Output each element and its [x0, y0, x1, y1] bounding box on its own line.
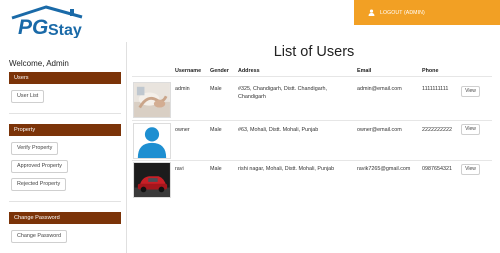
cell-gender: Male: [210, 166, 222, 172]
approved-property-button[interactable]: Approved Property: [11, 160, 68, 173]
logout-bar: LOGOUT (ADMIN): [354, 0, 500, 25]
svg-text:PG: PG: [18, 16, 48, 38]
cell-email: owner@email.com: [357, 127, 402, 133]
cell-address: #325, Chandigarh, Distt. Chandigarh, Cha…: [238, 85, 327, 101]
section-title-users: Users: [9, 72, 121, 84]
cell-email: ravik7265@gmail.com: [357, 166, 411, 172]
main-content: List of Users Username Gender Address Em…: [128, 42, 500, 253]
section-title-property: Property: [9, 124, 121, 136]
view-button[interactable]: View: [461, 164, 480, 175]
sidebar-divider: [9, 113, 121, 114]
cell-email: admin@email.com: [357, 86, 402, 92]
sidebar-divider: [9, 201, 121, 202]
cell-phone: 1111111111: [422, 86, 449, 92]
sidebar: Welcome, Admin Users User List Property …: [0, 42, 127, 253]
user-avatar: [133, 162, 171, 198]
cell-gender: Male: [210, 127, 222, 133]
cell-address: #63, Mohali, Distt. Mohali, Punjab: [238, 127, 319, 133]
cell-username: owner: [175, 127, 190, 133]
row-divider: [132, 120, 492, 121]
user-avatar: [133, 123, 171, 159]
welcome-text: Welcome, Admin: [9, 59, 69, 68]
view-button[interactable]: View: [461, 86, 480, 97]
pgstay-logo[interactable]: PG Stay: [8, 4, 126, 39]
column-header-phone: Phone: [422, 68, 439, 74]
cell-gender: Male: [210, 86, 222, 92]
column-header-username: Username: [175, 68, 202, 74]
user-icon: [368, 9, 375, 16]
red-car-photo-icon: [134, 163, 170, 197]
svg-text:Stay: Stay: [48, 22, 82, 38]
cell-address: rishi nagar, Mohali, Distt. Mohali, Punj…: [238, 166, 335, 172]
cell-phone: 2222222222: [422, 127, 452, 133]
rejected-property-button[interactable]: Rejected Property: [11, 178, 67, 191]
column-header-email: Email: [357, 68, 372, 74]
header: PG Stay LOGOUT (ADMIN): [0, 0, 500, 42]
view-button[interactable]: View: [461, 124, 480, 135]
section-title-change-password: Change Password: [9, 212, 121, 224]
change-password-button[interactable]: Change Password: [11, 230, 68, 243]
cell-username: admin: [175, 86, 190, 92]
table-header-divider: [132, 76, 492, 77]
verify-property-button[interactable]: Verify Property: [11, 142, 59, 155]
column-header-gender: Gender: [210, 68, 229, 74]
cell-username: ravi: [175, 166, 184, 172]
logout-label: LOGOUT (ADMIN): [380, 9, 425, 16]
logout-button[interactable]: LOGOUT (ADMIN): [368, 7, 425, 18]
user-list-button[interactable]: User List: [11, 90, 45, 103]
person-icon: [134, 124, 170, 158]
hands-photo-icon: [134, 83, 170, 117]
user-avatar: [133, 82, 171, 118]
row-divider: [132, 160, 492, 161]
address-line: Chandigarh: [238, 94, 266, 100]
page-title: List of Users: [273, 44, 355, 60]
column-header-address: Address: [238, 68, 260, 74]
cell-phone: 0987654321: [422, 166, 452, 172]
address-line: #325, Chandigarh, Distt. Chandigarh,: [238, 86, 328, 92]
